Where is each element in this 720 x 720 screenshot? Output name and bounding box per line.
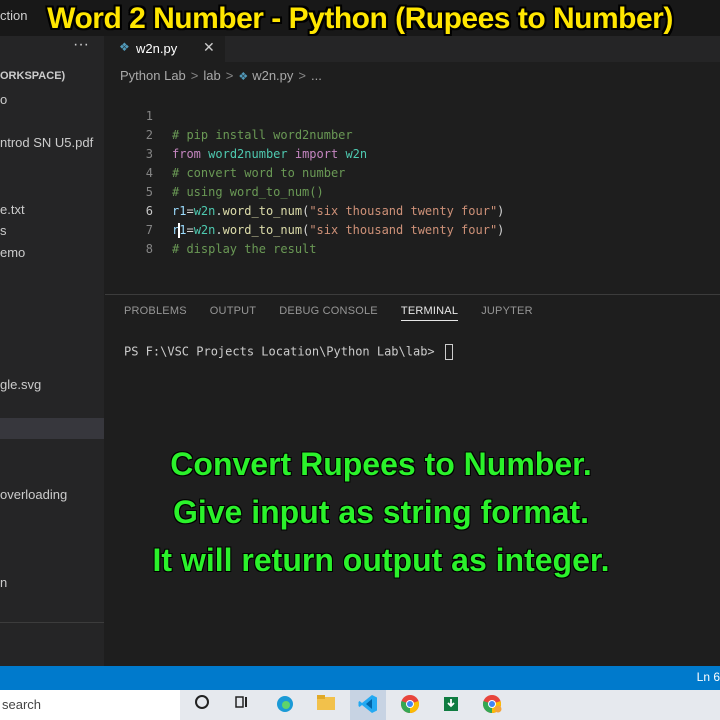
tab-output[interactable]: OUTPUT — [210, 305, 256, 317]
panel-tabs: PROBLEMS OUTPUT DEBUG CONSOLE TERMINAL J… — [124, 305, 553, 321]
close-icon[interactable]: ✕ — [203, 39, 215, 56]
tab-jupyter[interactable]: JUPYTER — [481, 305, 533, 317]
editor-tab-w2n[interactable]: ❖ w2n.py ✕ — [105, 36, 225, 62]
editor-tabs-strip — [225, 36, 720, 62]
explorer-item-txt[interactable]: e.txt — [0, 202, 25, 217]
code-line[interactable]: 5 r1=w2n.word_to_num("six thousand twent… — [105, 164, 720, 218]
terminal-prompt: PS F:\VSC Projects Location\Python Lab\l… — [124, 344, 442, 359]
explorer-item-svg[interactable]: gle.svg — [0, 377, 41, 392]
editor-tab-label: w2n.py — [136, 41, 178, 56]
code-line[interactable]: 1 # pip install word2number — [105, 88, 720, 142]
chrome-icon[interactable] — [399, 694, 421, 716]
chevron-right-icon: > — [190, 68, 199, 83]
python-file-icon: ❖ — [119, 40, 130, 54]
breadcrumb-item[interactable]: lab — [203, 68, 220, 83]
code-line[interactable]: 3 # convert word to number — [105, 126, 720, 180]
line-number: 8 — [145, 242, 153, 256]
terminal-cursor — [444, 344, 453, 360]
code-comment: # display the result — [172, 242, 317, 256]
explorer-item[interactable]: s — [0, 223, 7, 238]
taskbar-search[interactable]: search — [0, 690, 180, 720]
explorer-selected-row — [0, 418, 104, 439]
sidebar-divider — [0, 622, 104, 623]
tab-problems[interactable]: PROBLEMS — [124, 305, 187, 317]
breadcrumb-item[interactable]: ... — [311, 68, 322, 83]
overlay-caption-line: It will return output as integer. — [152, 542, 610, 578]
video-banner-title: Word 2 Number - Python (Rupees to Number… — [47, 2, 673, 35]
taskbar-search-placeholder: search — [2, 697, 42, 712]
chrome-profile-icon[interactable] — [481, 694, 503, 716]
vscode-icon[interactable] — [357, 694, 379, 716]
terminal[interactable]: PS F:\VSC Projects Location\Python Lab\l… — [124, 344, 453, 360]
cursor-position[interactable]: Ln 6 — [697, 670, 720, 684]
tab-terminal[interactable]: TERMINAL — [400, 305, 459, 321]
breadcrumb-item[interactable]: Python Lab — [120, 68, 186, 83]
explorer-item-demo[interactable]: emo — [0, 245, 25, 260]
python-file-icon: ❖ — [238, 71, 249, 83]
chevron-right-icon: > — [225, 68, 234, 83]
explorer-workspace-header[interactable]: ORKSPACE) — [0, 70, 65, 82]
explorer-item-pdf[interactable]: ntrod SN U5.pdf — [0, 135, 93, 150]
file-explorer-icon[interactable] — [315, 694, 337, 716]
task-view-icon[interactable] — [231, 694, 253, 716]
code-line[interactable]: 8 — [105, 221, 720, 256]
more-actions-icon[interactable]: ··· — [73, 36, 89, 54]
tab-debug-console[interactable]: DEBUG CONSOLE — [279, 305, 378, 317]
code-line-active[interactable]: 6 r1=w2n.word_to_num("six thousand twent… — [105, 183, 720, 238]
app-installer-icon[interactable] — [440, 694, 462, 716]
cortana-icon[interactable] — [191, 694, 213, 716]
breadcrumb: Python Lab > lab > ❖ w2n.py >... — [120, 68, 322, 83]
code-editor[interactable]: 1 # pip install word2number 2 from word2… — [105, 88, 720, 256]
breadcrumb-item[interactable]: w2n.py — [252, 68, 293, 83]
overlay-caption-line: Convert Rupees to Number. — [170, 446, 592, 482]
chevron-right-icon: > — [298, 68, 306, 83]
edge-browser-icon[interactable] — [274, 694, 296, 716]
taskbar: search — [0, 690, 720, 720]
code-line[interactable]: 2 from word2number import w2n — [105, 107, 720, 161]
status-bar: Ln 6 — [0, 666, 720, 690]
panel-divider — [105, 294, 720, 295]
code-line[interactable]: 7 # display the result — [105, 202, 720, 256]
overlay-caption-line: Give input as string format. — [172, 494, 590, 530]
code-line[interactable]: 4 # using word_to_num() — [105, 145, 720, 199]
explorer-item[interactable]: o — [0, 92, 7, 107]
